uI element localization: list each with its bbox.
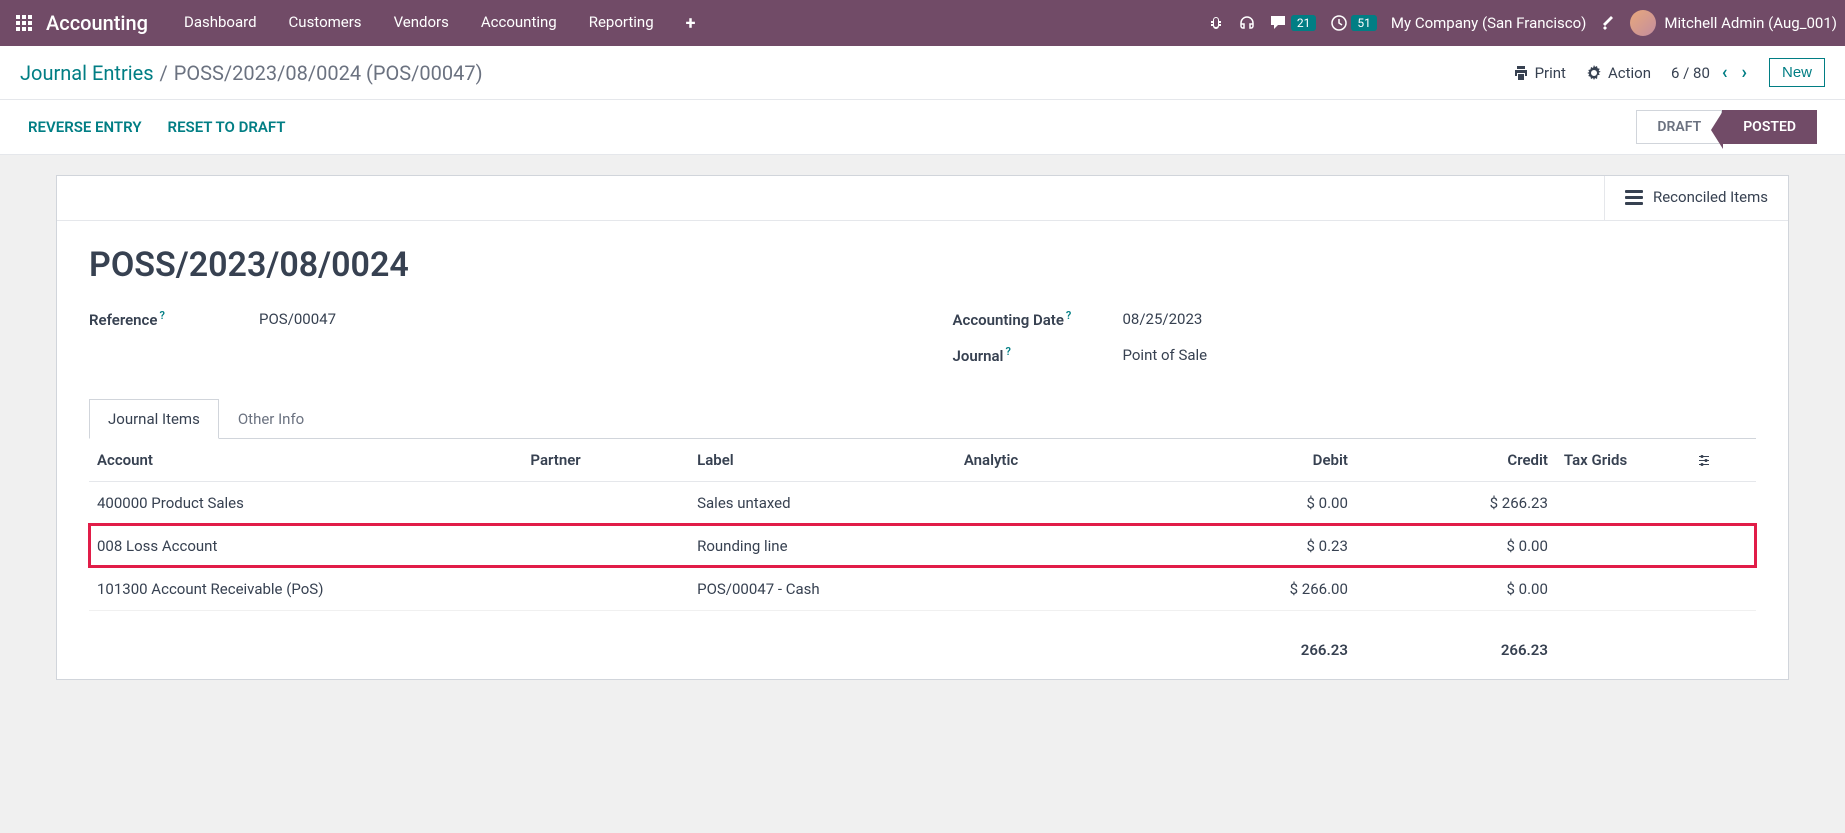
gear-icon xyxy=(1586,65,1602,81)
col-label[interactable]: Label xyxy=(689,439,956,482)
cell-taxgrids[interactable] xyxy=(1556,524,1689,567)
cell-label[interactable]: Sales untaxed xyxy=(689,481,956,524)
cell-taxgrids[interactable] xyxy=(1556,567,1689,610)
pager-count: 6 / 80 xyxy=(1671,64,1710,82)
tabs: Journal Items Other Info xyxy=(89,399,1756,439)
cell-account[interactable]: 101300 Account Receivable (PoS) xyxy=(89,567,522,610)
cell-label[interactable]: POS/00047 - Cash xyxy=(689,567,956,610)
accounting-date-label: Accounting Date? xyxy=(953,309,1123,329)
table-row[interactable]: 101300 Account Receivable (PoS) POS/00047… xyxy=(89,567,1756,610)
activities-icon[interactable]: 51 xyxy=(1330,14,1377,32)
total-debit: 266.23 xyxy=(1156,610,1356,679)
company-switcher[interactable]: My Company (San Francisco) xyxy=(1391,14,1586,32)
settings-icon xyxy=(1697,453,1711,467)
cell-empty xyxy=(1689,481,1756,524)
pager-prev[interactable]: ‹ xyxy=(1720,62,1730,83)
new-button[interactable]: New xyxy=(1769,58,1825,87)
nav-add[interactable]: + xyxy=(670,13,712,34)
nav-right: 21 51 My Company (San Francisco) Mitchel… xyxy=(1208,10,1837,36)
tab-journal-items[interactable]: Journal Items xyxy=(89,399,219,439)
cell-taxgrids[interactable] xyxy=(1556,481,1689,524)
col-taxgrids[interactable]: Tax Grids xyxy=(1556,439,1689,482)
cell-debit[interactable]: $ 266.00 xyxy=(1156,567,1356,610)
cell-partner[interactable] xyxy=(522,481,689,524)
nav-reporting[interactable]: Reporting xyxy=(573,13,670,34)
cell-partner[interactable] xyxy=(522,567,689,610)
cell-credit[interactable]: $ 266.23 xyxy=(1356,481,1556,524)
avatar xyxy=(1630,10,1656,36)
pager: 6 / 80 ‹ › xyxy=(1671,62,1749,83)
cell-credit[interactable]: $ 0.00 xyxy=(1356,524,1556,567)
reset-to-draft-button[interactable]: RESET TO DRAFT xyxy=(168,118,286,136)
col-account[interactable]: Account xyxy=(89,439,522,482)
reverse-entry-button[interactable]: REVERSE ENTRY xyxy=(28,118,142,136)
journal-value[interactable]: Point of Sale xyxy=(1123,346,1208,364)
control-bar: Journal Entries / POSS/2023/08/0024 (POS… xyxy=(0,46,1845,100)
status-draft[interactable]: DRAFT xyxy=(1636,110,1722,144)
cell-analytic[interactable] xyxy=(956,524,1156,567)
messages-icon[interactable]: 21 xyxy=(1270,15,1317,31)
apps-icon[interactable] xyxy=(8,15,40,31)
activities-badge: 51 xyxy=(1351,15,1377,31)
col-debit[interactable]: Debit xyxy=(1156,439,1356,482)
tab-other-info[interactable]: Other Info xyxy=(219,399,323,439)
breadcrumb-root[interactable]: Journal Entries xyxy=(20,61,154,85)
list-icon xyxy=(1625,190,1643,205)
form-sheet: Reconciled Items POSS/2023/08/0024 Refer… xyxy=(56,175,1789,680)
nav-vendors[interactable]: Vendors xyxy=(378,13,465,34)
main-navbar: Accounting Dashboard Customers Vendors A… xyxy=(0,0,1845,46)
journal-items-table: Account Partner Label Analytic Debit Cre… xyxy=(89,439,1756,679)
cell-account[interactable]: 008 Loss Account xyxy=(89,524,522,567)
nav-dashboard[interactable]: Dashboard xyxy=(168,13,273,34)
reconciled-label: Reconciled Items xyxy=(1653,188,1768,208)
col-partner[interactable]: Partner xyxy=(522,439,689,482)
tools-icon[interactable] xyxy=(1600,15,1616,31)
action-button[interactable]: Action xyxy=(1586,64,1651,82)
cell-account[interactable]: 400000 Product Sales xyxy=(89,481,522,524)
status-posted[interactable]: POSTED xyxy=(1722,110,1817,144)
cell-analytic[interactable] xyxy=(956,567,1156,610)
table-row[interactable]: 400000 Product Sales Sales untaxed $ 0.00$… xyxy=(89,481,1756,524)
reconciled-items-button[interactable]: Reconciled Items xyxy=(1604,176,1788,220)
debug-icon[interactable] xyxy=(1208,15,1224,31)
cell-debit[interactable]: $ 0.23 xyxy=(1156,524,1356,567)
status-bar: REVERSE ENTRY RESET TO DRAFT DRAFT POSTE… xyxy=(0,100,1845,155)
journal-label: Journal? xyxy=(953,345,1123,365)
print-icon xyxy=(1513,65,1529,81)
total-credit: 266.23 xyxy=(1356,610,1556,679)
cell-label[interactable]: Rounding line xyxy=(689,524,956,567)
col-credit[interactable]: Credit xyxy=(1356,439,1556,482)
nav-accounting[interactable]: Accounting xyxy=(465,13,573,34)
cell-partner[interactable] xyxy=(522,524,689,567)
cell-debit[interactable]: $ 0.00 xyxy=(1156,481,1356,524)
cell-analytic[interactable] xyxy=(956,481,1156,524)
pager-next[interactable]: › xyxy=(1740,62,1749,83)
print-button[interactable]: Print xyxy=(1513,64,1566,82)
cell-empty xyxy=(1689,567,1756,610)
reference-value[interactable]: POS/00047 xyxy=(259,310,336,328)
table-row[interactable]: 008 Loss Account Rounding line $ 0.23$ 0.0… xyxy=(89,524,1756,567)
col-analytic[interactable]: Analytic xyxy=(956,439,1156,482)
record-title: POSS/2023/08/0024 xyxy=(89,245,1756,285)
table-totals-row: 266.23 266.23 xyxy=(89,610,1756,679)
user-menu[interactable]: Mitchell Admin (Aug_001) xyxy=(1630,10,1837,36)
nav-menu: Dashboard Customers Vendors Accounting R… xyxy=(168,13,711,34)
cell-empty xyxy=(1689,524,1756,567)
col-settings[interactable] xyxy=(1689,439,1756,482)
breadcrumb-sep: / xyxy=(160,61,168,85)
reference-label: Reference? xyxy=(89,309,259,329)
breadcrumb-current: POSS/2023/08/0024 (POS/00047) xyxy=(174,61,483,85)
breadcrumb: Journal Entries / POSS/2023/08/0024 (POS… xyxy=(20,61,483,85)
cell-credit[interactable]: $ 0.00 xyxy=(1356,567,1556,610)
nav-customers[interactable]: Customers xyxy=(273,13,378,34)
messages-badge: 21 xyxy=(1291,15,1317,31)
accounting-date-value[interactable]: 08/25/2023 xyxy=(1123,310,1203,328)
user-name: Mitchell Admin (Aug_001) xyxy=(1664,14,1837,32)
app-brand[interactable]: Accounting xyxy=(46,11,148,35)
support-icon[interactable] xyxy=(1238,14,1256,32)
